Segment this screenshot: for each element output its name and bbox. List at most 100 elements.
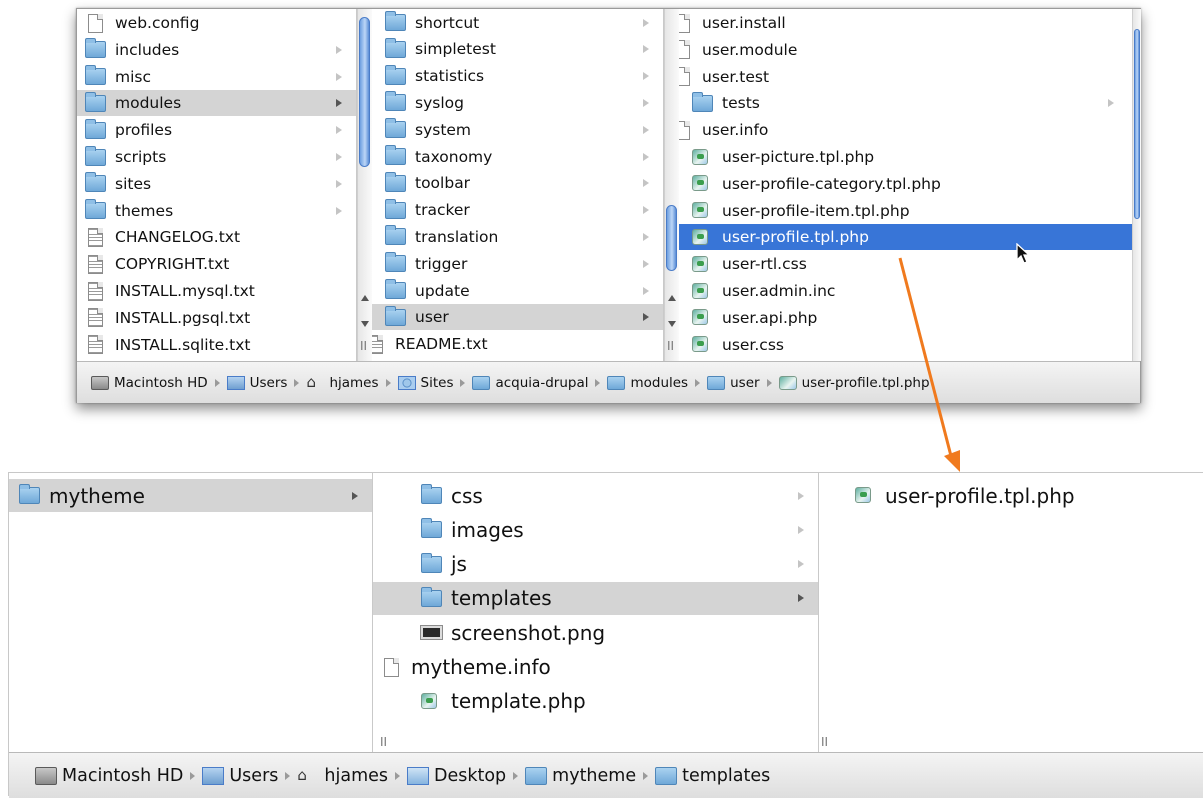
path-segment[interactable]: user-profile.tpl.php — [778, 375, 930, 391]
list-item[interactable]: user.api.php — [664, 305, 1140, 331]
list-item[interactable]: user-profile.tpl.php — [664, 224, 1140, 251]
list-item[interactable]: sites — [77, 171, 356, 197]
list-item[interactable]: system — [357, 117, 663, 143]
column-resize-grip[interactable]: II — [360, 339, 367, 353]
list-item[interactable]: taxonomy — [357, 144, 663, 170]
column-resize-grip[interactable]: II — [821, 735, 828, 749]
list-item[interactable]: INSTALL.mysql.txt — [77, 278, 356, 304]
path-segment-label: hjames — [324, 765, 388, 786]
column-modules[interactable]: shortcut simpletest statistics syslog system… — [357, 9, 664, 361]
list-item[interactable]: tracker — [357, 197, 663, 223]
path-segment[interactable]: Users — [202, 766, 278, 786]
folder-icon — [385, 305, 406, 326]
list-item[interactable]: COPYRIGHT.txt — [77, 251, 356, 277]
path-segment[interactable]: Macintosh HD — [35, 766, 183, 786]
list-item[interactable]: syslog — [357, 90, 663, 116]
list-item[interactable]: misc — [77, 64, 356, 90]
list-item[interactable]: translation — [357, 224, 663, 250]
list-item[interactable]: user-rtl.css — [664, 251, 1140, 277]
folder-icon — [472, 375, 491, 390]
list-item[interactable]: statistics — [357, 63, 663, 89]
path-segment[interactable]: Sites — [397, 375, 453, 391]
list-item[interactable]: web.config — [77, 10, 356, 36]
sites-folder-icon — [397, 375, 416, 390]
list-item[interactable]: user.info — [664, 117, 1140, 143]
list-item[interactable]: user.module — [664, 37, 1140, 63]
scroll-down-arrow[interactable] — [668, 321, 676, 327]
scroll-up-arrow[interactable] — [668, 295, 676, 301]
list-item[interactable]: includes — [77, 37, 356, 63]
list-item[interactable]: user.test — [664, 64, 1140, 90]
list-item[interactable]: themes — [77, 198, 356, 224]
list-item[interactable]: css — [373, 479, 818, 512]
folder-icon — [421, 552, 442, 573]
item-label: user.install — [702, 14, 786, 32]
list-item[interactable]: toolbar — [357, 170, 663, 196]
column-desktop[interactable]: mytheme — [9, 473, 373, 752]
folder-icon — [525, 766, 548, 785]
column-modules-scrollbar[interactable]: II — [664, 9, 679, 361]
item-label: user.css — [722, 335, 784, 354]
path-segment[interactable]: Macintosh HD — [91, 375, 208, 391]
column-mytheme[interactable]: II css images js templates screenshot.png myt… — [373, 473, 819, 752]
php-file-icon — [692, 228, 713, 246]
list-item[interactable]: CHANGELOG.txt — [77, 224, 356, 250]
list-item[interactable]: js — [373, 548, 818, 581]
list-item[interactable]: user-profile.tpl.php — [819, 479, 1203, 512]
column-templates[interactable]: II user-profile.tpl.php — [819, 473, 1203, 752]
item-label: themes — [115, 201, 174, 220]
column-root-scrollbar[interactable]: II — [357, 9, 372, 361]
list-item[interactable]: screenshot.png — [373, 616, 818, 649]
list-item[interactable]: user.css — [664, 332, 1140, 358]
list-item[interactable]: template.php — [373, 685, 818, 718]
scroll-up-arrow[interactable] — [361, 295, 369, 301]
list-item[interactable]: mytheme — [9, 479, 372, 512]
scrollbar-thumb[interactable] — [666, 205, 677, 271]
list-item[interactable]: scripts — [77, 144, 356, 170]
path-separator-icon — [595, 378, 601, 387]
list-item[interactable]: user.install — [664, 10, 1140, 36]
item-label: images — [451, 517, 524, 542]
list-item[interactable]: trigger — [357, 251, 663, 277]
list-item[interactable]: modules — [77, 90, 356, 117]
list-item[interactable]: update — [357, 278, 663, 304]
scrollbar-thumb[interactable] — [1134, 29, 1140, 219]
scroll-down-arrow[interactable] — [361, 321, 369, 327]
column-user-scrollbar[interactable] — [1132, 9, 1141, 361]
column-resize-grip[interactable]: II — [667, 339, 674, 353]
list-item[interactable]: simpletest — [357, 36, 663, 62]
list-item[interactable]: mytheme.info — [373, 651, 818, 684]
path-segment[interactable]: templates — [655, 766, 770, 786]
path-segment[interactable]: modules — [607, 375, 688, 391]
item-label: mytheme.info — [411, 655, 551, 679]
list-item[interactable]: templates — [373, 581, 818, 615]
list-item[interactable]: INSTALL.sqlite.txt — [77, 332, 356, 358]
list-item[interactable]: README.txt — [357, 331, 663, 357]
list-item[interactable]: shortcut — [357, 10, 663, 36]
path-segment[interactable]: user — [707, 375, 760, 391]
list-item[interactable]: user-profile-item.tpl.php — [664, 198, 1140, 224]
column-resize-grip[interactable]: II — [380, 735, 387, 749]
list-item[interactable]: INSTALL.pgsql.txt — [77, 305, 356, 331]
list-item[interactable]: user.admin.inc — [664, 278, 1140, 304]
path-segment[interactable]: acquia-drupal — [472, 375, 588, 391]
source-finder-window: web.config includes misc modules profiles scr… — [76, 8, 1141, 403]
item-label: tracker — [415, 201, 470, 220]
folder-icon — [385, 171, 406, 192]
list-item[interactable]: user — [357, 304, 663, 331]
path-segment[interactable]: Desktop — [407, 766, 506, 786]
item-label: misc — [115, 67, 152, 86]
list-item[interactable]: images — [373, 513, 818, 546]
path-segment[interactable]: mytheme — [525, 766, 636, 786]
list-item[interactable]: tests — [664, 90, 1140, 116]
folder-icon — [85, 199, 106, 220]
column-root[interactable]: web.config includes misc modules profiles scr… — [77, 9, 357, 361]
path-segment[interactable]: ⌂ hjames — [297, 766, 388, 786]
scrollbar-thumb[interactable] — [359, 17, 370, 167]
column-user[interactable]: user.install user.module user.test tests use… — [664, 9, 1140, 361]
path-segment[interactable]: ⌂ hjames — [306, 375, 378, 391]
list-item[interactable]: user-picture.tpl.php — [664, 144, 1140, 170]
list-item[interactable]: profiles — [77, 117, 356, 143]
list-item[interactable]: user-profile-category.tpl.php — [664, 171, 1140, 197]
path-segment[interactable]: Users — [226, 375, 287, 391]
